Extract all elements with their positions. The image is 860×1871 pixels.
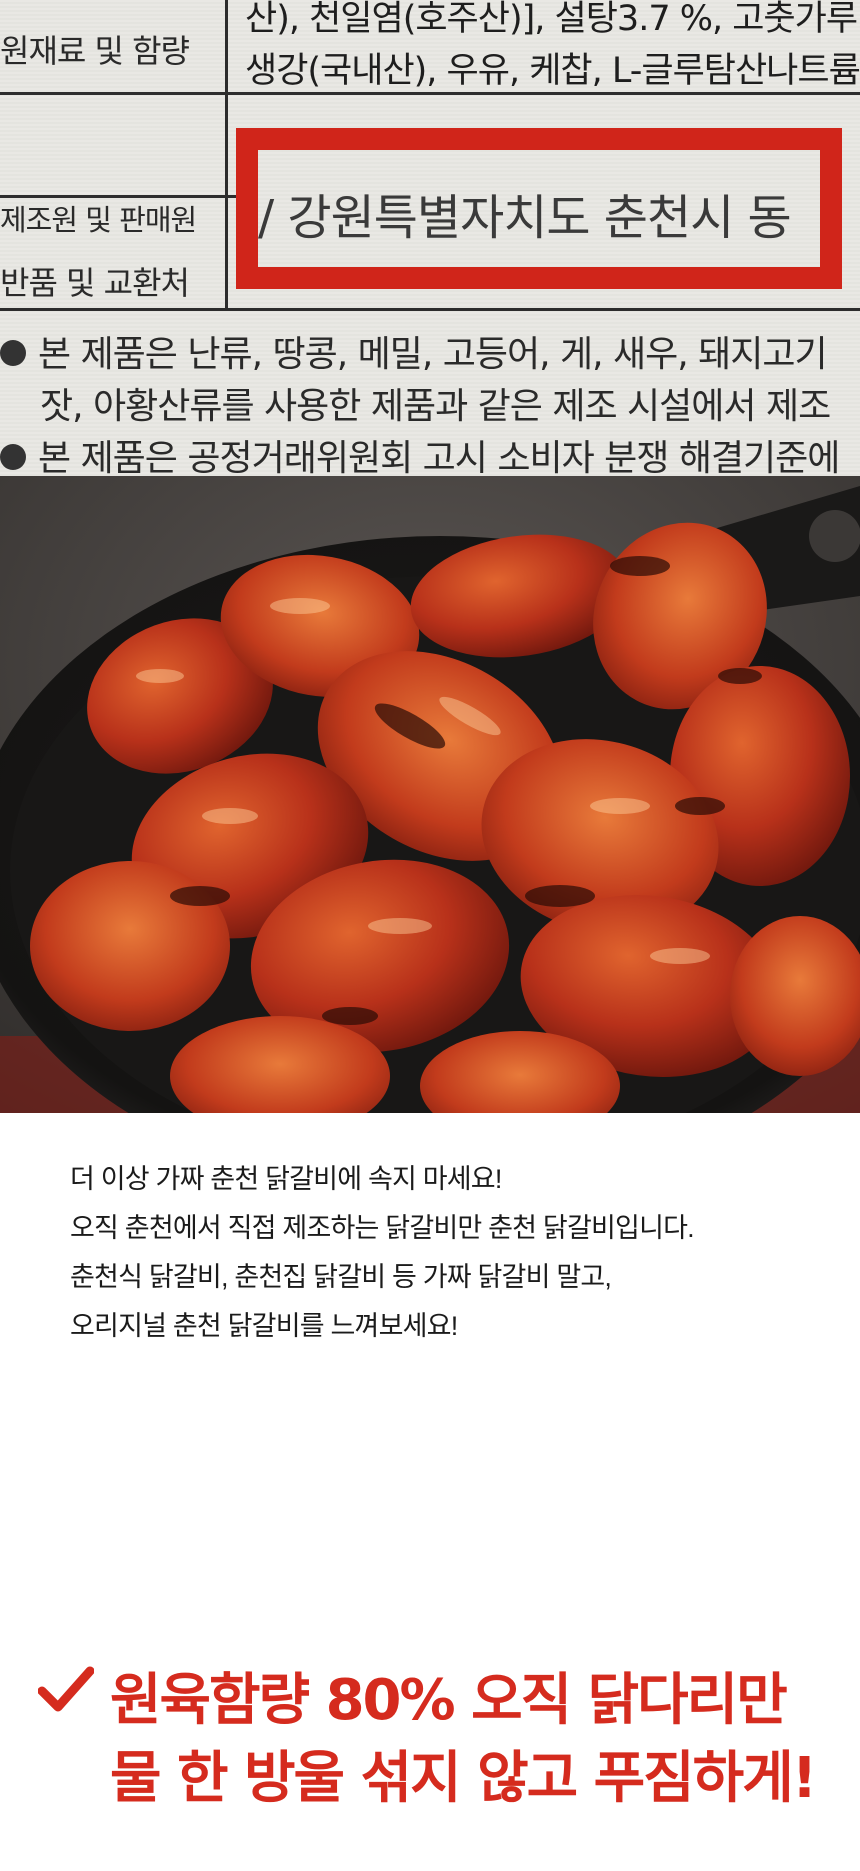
table-divider-vertical (225, 0, 228, 310)
headline-line1: 원육함량 80% 오직 닭다리만 (110, 1668, 788, 1733)
ingredients-text-line1: 산), 천일염(호주산)], 설탕3.7 %, 고춧가루 (245, 0, 858, 39)
row-label-ingredients: 원재료 및 함량 (0, 32, 190, 70)
row-label-manufacturer: 제조원 및 판매원 (0, 203, 197, 237)
note-item: 본 제품은 난류, 땅콩, 메밀, 고등어, 게, 새우, 돼지고기 (0, 325, 828, 377)
check-icon (38, 1666, 94, 1712)
bullet-icon (0, 444, 26, 470)
ingredients-text-line2: 생강(국내산), 우유, 케찹, L-글루탐산나트륨 (245, 51, 860, 91)
headline-line2: 물 한 방울 섞지 않고 푸짐하게! (110, 1746, 817, 1811)
table-divider-horizontal (0, 308, 860, 311)
label-closeup-photo: 원재료 및 함량 산), 천일염(호주산)], 설탕3.7 %, 고춧가루 생강… (0, 0, 860, 476)
row-label-returns: 반품 및 교환처 (0, 264, 190, 302)
description: 더 이상 가짜 춘천 닭갈비에 속지 마세요! 오직 춘천에서 직접 제조하는 … (70, 1155, 810, 1351)
note-item: 잣, 아황산류를 사용한 제품과 같은 제조 시설에서 제조 (40, 386, 831, 427)
description-line: 더 이상 가짜 춘천 닭갈비에 속지 마세요! (70, 1164, 502, 1194)
description-line: 오리지널 춘천 닭갈비를 느껴보세요! (70, 1311, 458, 1341)
note-item: 본 제품은 공정거래위원회 고시 소비자 분쟁 해결기준에 (0, 429, 840, 476)
highlight-box (236, 128, 842, 289)
description-line: 춘천식 닭갈비, 춘천집 닭갈비 등 가짜 닭갈비 말고, (70, 1262, 612, 1292)
bullet-icon (0, 340, 26, 366)
chicken-galbi-photo (0, 476, 860, 1113)
skillet-illustration (0, 476, 860, 1113)
description-line: 오직 춘천에서 직접 제조하는 닭갈비만 춘천 닭갈비입니다. (70, 1213, 695, 1243)
